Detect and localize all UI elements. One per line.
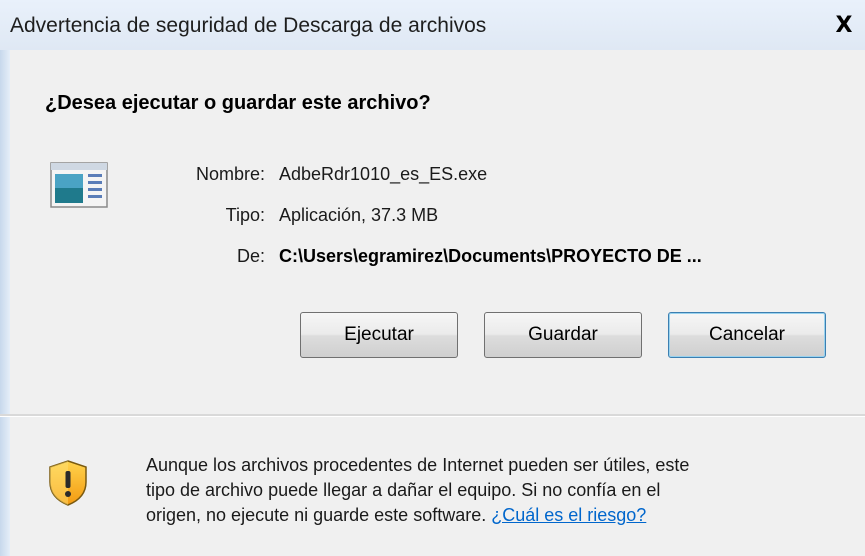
cancel-button[interactable]: Cancelar <box>668 312 826 358</box>
download-security-dialog: Advertencia de seguridad de Descarga de … <box>0 0 865 556</box>
file-type-value: Aplicación, 37.3 MB <box>279 205 439 225</box>
type-label: Tipo: <box>225 205 265 225</box>
run-button[interactable]: Ejecutar <box>300 312 458 358</box>
warning-line-3: origen, no ejecute ni guarde este softwa… <box>146 503 846 528</box>
save-button[interactable]: Guardar <box>484 312 642 358</box>
dialog-question: ¿Desea ejecutar o guardar este archivo? <box>45 92 431 114</box>
shield-warning-icon <box>49 460 87 506</box>
file-name-value: AdbeRdr1010_es_ES.exe <box>279 164 488 184</box>
from-label: De: <box>236 246 265 266</box>
file-source-value: C:\Users\egramirez\Documents\PROYECTO DE… <box>279 246 702 266</box>
section-divider <box>0 414 865 417</box>
name-label: Nombre: <box>195 164 265 184</box>
application-icon <box>50 162 108 208</box>
window-left-border <box>0 0 10 556</box>
window-title: Advertencia de seguridad de Descarga de … <box>10 14 487 37</box>
warning-line-3-text: origen, no ejecute ni guarde este softwa… <box>146 505 487 525</box>
title-bar[interactable]: Advertencia de seguridad de Descarga de … <box>0 0 865 50</box>
security-warning-text: Aunque los archivos procedentes de Inter… <box>146 453 846 528</box>
close-button[interactable]: X <box>830 12 858 40</box>
warning-line-1: Aunque los archivos procedentes de Inter… <box>146 455 690 475</box>
risk-link[interactable]: ¿Cuál es el riesgo? <box>491 505 646 525</box>
warning-line-2: tipo de archivo puede llegar a dañar el … <box>146 480 661 500</box>
